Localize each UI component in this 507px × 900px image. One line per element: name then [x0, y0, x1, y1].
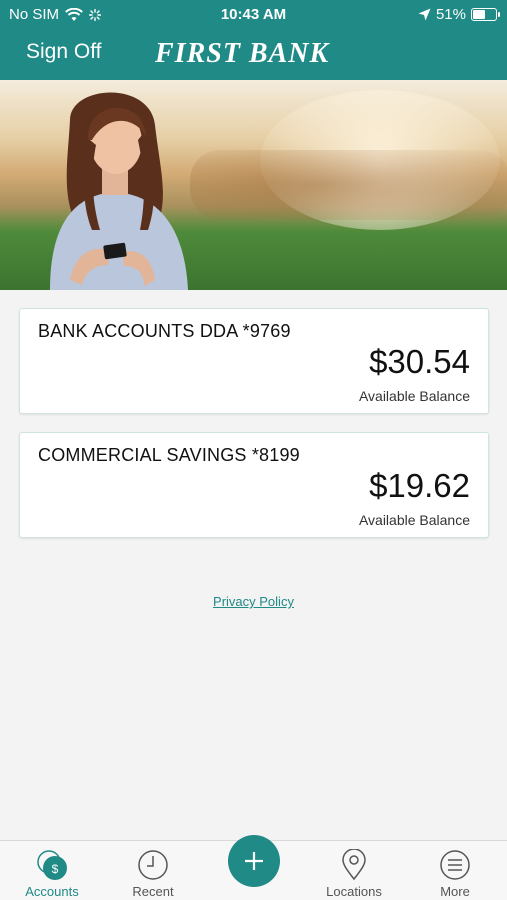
svg-text:$: $	[52, 862, 59, 876]
clock-icon	[138, 850, 168, 880]
balance-label: Available Balance	[358, 512, 470, 528]
account-balance: $19.62	[369, 467, 470, 504]
tab-accounts-label: Accounts	[25, 884, 79, 899]
add-button[interactable]	[228, 835, 280, 887]
tab-more[interactable]: More	[415, 841, 495, 900]
map-pin-icon	[342, 849, 366, 881]
menu-icon	[440, 850, 470, 880]
account-card-savings[interactable]: COMMERCIAL SAVINGS *8199 $19.62 Availabl…	[19, 432, 489, 538]
battery-icon	[471, 8, 500, 21]
accounts-dollar-icon: $	[37, 850, 67, 880]
woman-with-phone-photo	[50, 92, 188, 290]
tab-recent[interactable]: Recent	[113, 841, 193, 900]
plus-icon	[245, 852, 263, 870]
brand-logo: FIRST BANK	[155, 38, 330, 69]
location-arrow-icon	[418, 8, 431, 21]
balance-label: Available Balance	[358, 388, 470, 404]
tab-locations-label: Locations	[326, 884, 382, 899]
hero-banner-image	[0, 80, 507, 290]
battery-percent: 51%	[435, 6, 466, 23]
tab-locations[interactable]: Locations	[314, 841, 394, 900]
account-name: COMMERCIAL SAVINGS *8199	[38, 445, 300, 465]
account-name: BANK ACCOUNTS DDA *9769	[38, 321, 291, 341]
sign-off-button[interactable]: Sign Off	[26, 40, 102, 64]
account-balance: $30.54	[369, 343, 470, 380]
tab-accounts[interactable]: $ Accounts	[12, 841, 92, 900]
tab-more-label: More	[440, 884, 470, 899]
tab-recent-label: Recent	[132, 884, 174, 899]
app-header: No SIM 10:43 AM 51% Sign Off FIRST BANK	[0, 0, 507, 80]
status-right: 51%	[418, 6, 500, 23]
nav-row: Sign Off FIRST BANK	[0, 30, 507, 80]
account-card-dda[interactable]: BANK ACCOUNTS DDA *9769 $30.54 Available…	[19, 308, 489, 414]
privacy-policy-link[interactable]: Privacy Policy	[0, 594, 507, 609]
status-bar: No SIM 10:43 AM 51%	[0, 0, 507, 30]
